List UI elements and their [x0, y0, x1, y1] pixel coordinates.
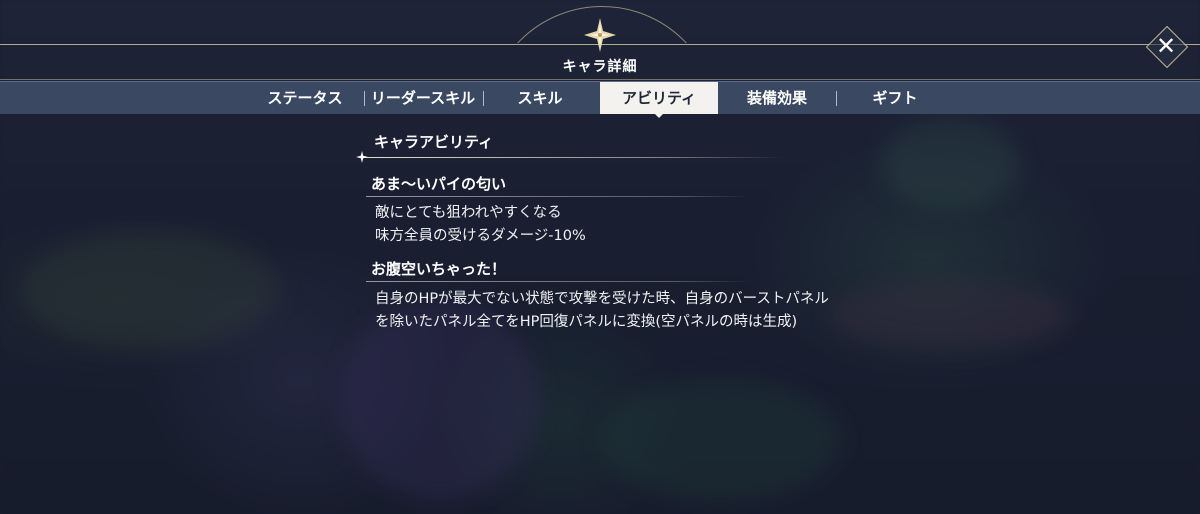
tab-divider: [836, 91, 837, 106]
ability-description-line: 敵にとても狙われやすくなる: [375, 205, 562, 221]
close-button[interactable]: ✕: [1145, 25, 1189, 69]
page-title: キャラ詳細: [562, 59, 638, 75]
ability-divider: [366, 281, 750, 282]
active-tab-pointer: [654, 113, 664, 118]
tab-divider: [364, 91, 365, 106]
close-icon: ✕: [1155, 32, 1177, 60]
tab-status[interactable]: ステータス: [250, 82, 360, 114]
tab-skill[interactable]: スキル: [486, 82, 594, 114]
ability-description-line: 自身のHPが最大でない状態で攻撃を受けた時、自身のバーストパネル: [375, 291, 829, 307]
section-divider: [360, 157, 784, 158]
tab-divider: [483, 91, 484, 106]
ability-divider: [366, 196, 750, 197]
tab-ability[interactable]: アビリティ: [600, 82, 718, 114]
header: キャラ詳細 ✕: [0, 0, 1200, 80]
tab-leader-skill[interactable]: リーダースキル: [366, 82, 480, 114]
tab-equipment-effect[interactable]: 装備効果: [722, 82, 832, 114]
section-title: キャラアビリティ: [374, 133, 494, 151]
ability-name: あま～いパイの匂い: [371, 175, 507, 193]
header-bottom-line: [0, 79, 1200, 80]
ability-description-line: を除いたパネル全てをHP回復パネルに変換(空パネルの時は生成): [375, 314, 798, 330]
ability-name: お腹空いちゃった！: [371, 260, 507, 278]
compass-star-icon: [584, 18, 616, 52]
sparkle-icon: [356, 151, 368, 163]
tab-gift[interactable]: ギフト: [840, 82, 950, 114]
tab-bar: ステータス リーダースキル スキル アビリティ 装備効果 ギフト: [0, 81, 1200, 114]
ability-description-line: 味方全員の受けるダメージ-10%: [375, 228, 586, 244]
